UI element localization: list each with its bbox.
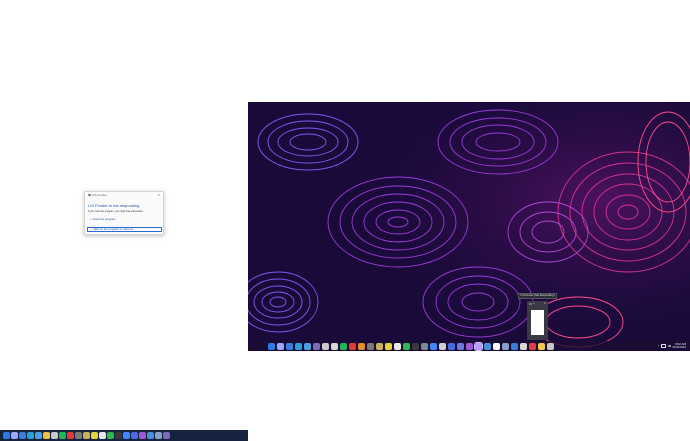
taskbar-app-icon[interactable] <box>520 342 527 350</box>
taskbar-app-icon[interactable] <box>466 342 473 350</box>
close-program-label: Close the program <box>92 216 116 221</box>
taskbar-app-icon[interactable] <box>502 342 509 350</box>
taskbar-app-icon[interactable] <box>115 432 122 439</box>
taskbar-app-icon[interactable] <box>331 342 338 350</box>
taskbar-app-icon[interactable] <box>529 342 536 350</box>
app-icon <box>529 302 532 305</box>
taskbar-app-icon[interactable] <box>163 432 170 439</box>
network-icon[interactable] <box>661 343 667 349</box>
taskbar-app-icon[interactable] <box>448 342 455 350</box>
taskbar-app-icon[interactable] <box>155 432 162 439</box>
taskbar-app-icon[interactable] <box>457 342 464 350</box>
taskbar-app-icon[interactable] <box>313 342 320 350</box>
taskbar-app-icon[interactable] <box>385 342 392 350</box>
taskbar-app-icon[interactable] <box>91 432 98 439</box>
preview-close-icon[interactable]: ✕ <box>544 302 546 305</box>
taskbar-app-icon[interactable] <box>11 432 18 439</box>
dialog-titlebar: LIS Fender ✕ <box>85 192 163 198</box>
dialog-heading: LIS Fender is not responding <box>88 202 140 208</box>
taskbar-app-icon[interactable] <box>75 432 82 439</box>
taskbar-app-icon[interactable] <box>67 432 74 439</box>
tray-overflow-icon[interactable]: ^ <box>658 344 659 348</box>
taskbar-tooltip: LIS Fender (Not Responding) <box>518 293 557 299</box>
taskbar-app-icon[interactable] <box>286 342 293 350</box>
taskbar-app-icon[interactable] <box>123 432 130 439</box>
taskbar-app-icon[interactable] <box>83 432 90 439</box>
secondary-taskbar: ^ 9:52 AM 6/26/2024 <box>248 341 690 351</box>
taskbar-app-icon[interactable] <box>511 342 518 350</box>
taskbar-app-icon[interactable] <box>51 432 58 439</box>
taskbar-app-icons <box>268 341 554 351</box>
taskbar-app-icon[interactable] <box>358 342 365 350</box>
close-icon[interactable]: ✕ <box>157 193 160 197</box>
taskbar-app-icon[interactable] <box>403 342 410 350</box>
taskbar-app-icon[interactable] <box>27 432 34 439</box>
app-icon <box>88 193 91 197</box>
dialog-message: If you close the program, you might lose… <box>88 209 144 213</box>
taskbar-app-icon[interactable] <box>304 342 311 350</box>
clock[interactable]: 9:52 AM 6/26/2024 <box>672 342 686 350</box>
wait-program-label: Wait for the program to respond <box>93 226 133 231</box>
dialog-title: LIS Fender <box>92 193 107 198</box>
taskbar-app-icon[interactable] <box>439 342 446 350</box>
topographic-wallpaper <box>248 102 690 351</box>
taskbar-app-icon[interactable] <box>349 342 356 350</box>
system-tray: ^ 9:52 AM 6/26/2024 <box>658 341 686 351</box>
window-thumbnail-preview[interactable]: Li ✕ <box>527 301 548 340</box>
primary-taskbar <box>0 430 248 441</box>
taskbar-app-icon[interactable] <box>295 342 302 350</box>
taskbar-app-icon[interactable] <box>59 432 66 439</box>
not-responding-dialog: LIS Fender ✕ LIS Fender is not respondin… <box>84 191 164 235</box>
start-icon[interactable] <box>268 342 275 350</box>
taskbar-app-icon[interactable] <box>35 432 42 439</box>
taskbar-app-icon[interactable] <box>484 342 491 350</box>
desktop-wallpaper <box>248 102 690 351</box>
volume-icon[interactable] <box>668 344 671 348</box>
taskbar-app-icon[interactable] <box>538 342 545 350</box>
taskbar-app-icon[interactable] <box>430 342 437 350</box>
preview-title: Li <box>533 302 535 305</box>
close-program-option[interactable]: →Close the program <box>87 217 162 222</box>
taskbar-app-icon[interactable] <box>19 432 26 439</box>
taskbar-app-icon[interactable] <box>474 341 483 351</box>
taskbar-app-icon[interactable] <box>421 342 428 350</box>
clock-date: 6/26/2024 <box>672 345 686 349</box>
taskbar-app-icon[interactable] <box>394 342 401 350</box>
taskbar-app-icon[interactable] <box>147 432 154 439</box>
start-icon[interactable] <box>3 432 10 439</box>
preview-thumbnail[interactable] <box>531 310 544 335</box>
wait-program-option[interactable]: →Wait for the program to respond <box>87 226 162 232</box>
taskbar-app-icon[interactable] <box>412 342 419 350</box>
taskbar-app-icon[interactable] <box>107 432 114 439</box>
taskbar-app-icon[interactable] <box>277 342 284 350</box>
taskbar-app-icon[interactable] <box>322 342 329 350</box>
taskbar-app-icon[interactable] <box>547 342 554 350</box>
taskbar-app-icon[interactable] <box>139 432 146 439</box>
taskbar-app-icon[interactable] <box>340 342 347 350</box>
taskbar-app-icon[interactable] <box>367 342 374 350</box>
taskbar-app-icon[interactable] <box>493 342 500 350</box>
taskbar-app-icon[interactable] <box>43 432 50 439</box>
taskbar-app-icons <box>3 430 170 441</box>
taskbar-app-icon[interactable] <box>131 432 138 439</box>
taskbar-app-icon[interactable] <box>376 342 383 350</box>
taskbar-app-icon[interactable] <box>99 432 106 439</box>
